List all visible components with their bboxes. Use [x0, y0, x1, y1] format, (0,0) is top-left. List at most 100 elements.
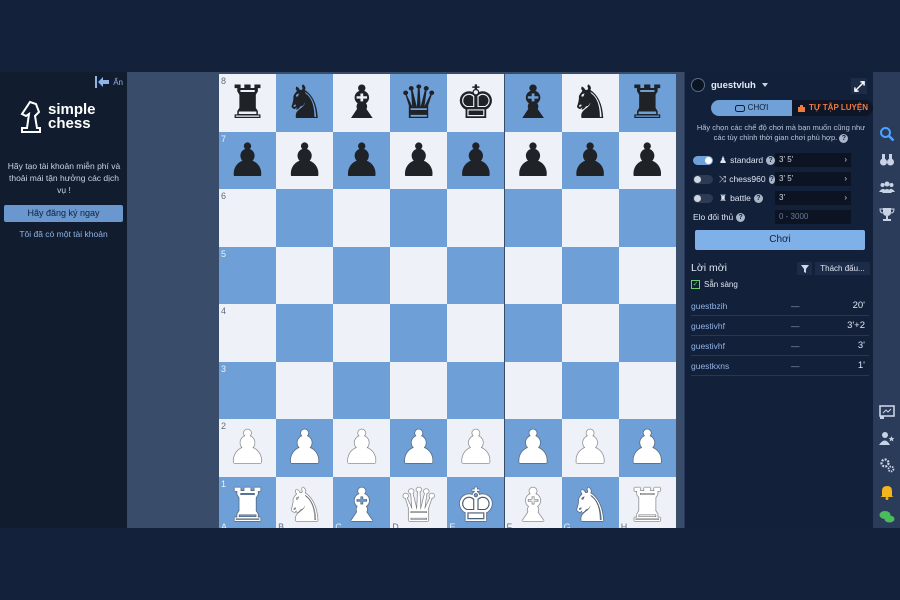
square-d3[interactable] [390, 361, 448, 419]
white-pawn-piece[interactable]: ♟ [447, 419, 504, 476]
black-bishop-piece[interactable]: ♝ [505, 74, 562, 131]
square-d2[interactable]: ♟ [390, 419, 448, 477]
square-f2[interactable]: ♟ [504, 419, 562, 477]
invitation-player[interactable]: guestivhf [691, 321, 791, 331]
chess-board[interactable]: ♜ 8 ♞ ♝ ♛ ♚ ♝ ♞ ♜ ♟ 7 ♟ ♟ ♟ ♟ ♟ ♟ ♟ 6 5 4 3 ♟ 2 ♟ ♟ ♟ ♟ ♟ ♟ ♟ ♜ 1 A ♞ B ♝ C ♛ D… [219, 74, 676, 528]
square-a4[interactable]: 4 [219, 304, 277, 362]
square-g6[interactable] [561, 189, 619, 247]
square-d7[interactable]: ♟ [390, 131, 448, 189]
ready-checkbox[interactable]: ✓ Sẵn sàng [691, 280, 738, 289]
black-pawn-piece[interactable]: ♟ [219, 132, 276, 189]
square-b7[interactable]: ♟ [276, 131, 334, 189]
square-a3[interactable]: 3 [219, 361, 277, 419]
chess960-toggle[interactable] [693, 174, 713, 184]
tab-practice[interactable]: TỰ TẬP LUYỆN [792, 100, 873, 116]
black-queen-piece[interactable]: ♛ [390, 74, 447, 131]
square-a2[interactable]: ♟ 2 [219, 419, 277, 477]
black-pawn-piece[interactable]: ♟ [562, 132, 619, 189]
square-d8[interactable]: ♛ [390, 74, 448, 132]
black-rook-piece[interactable]: ♜ [619, 74, 676, 131]
white-pawn-piece[interactable]: ♟ [276, 419, 333, 476]
black-pawn-piece[interactable]: ♟ [619, 132, 676, 189]
square-f6[interactable] [504, 189, 562, 247]
square-a1[interactable]: ♜ 1 A [219, 476, 277, 529]
white-pawn-piece[interactable]: ♟ [619, 419, 676, 476]
square-h3[interactable] [618, 361, 676, 419]
square-e8[interactable]: ♚ [447, 74, 505, 132]
square-h7[interactable]: ♟ [618, 131, 676, 189]
black-rook-piece[interactable]: ♜ [219, 74, 276, 131]
square-c5[interactable] [333, 246, 391, 304]
square-h2[interactable]: ♟ [618, 419, 676, 477]
invitation-player[interactable]: guestbzih [691, 301, 791, 311]
watch-button[interactable] [873, 148, 900, 172]
white-rook-piece[interactable]: ♜ [219, 477, 276, 529]
square-h1[interactable]: ♜ H [618, 476, 676, 529]
white-pawn-piece[interactable]: ♟ [562, 419, 619, 476]
white-rook-piece[interactable]: ♜ [619, 477, 676, 529]
settings-button[interactable] [873, 453, 900, 477]
signup-button[interactable]: Hãy đăng ký ngay [4, 205, 123, 222]
square-e2[interactable]: ♟ [447, 419, 505, 477]
standard-toggle[interactable] [693, 155, 713, 165]
friends-button[interactable] [873, 426, 900, 450]
user-menu[interactable]: guestvluh [691, 78, 768, 92]
black-king-piece[interactable]: ♚ [447, 74, 504, 131]
square-c4[interactable] [333, 304, 391, 362]
square-c2[interactable]: ♟ [333, 419, 391, 477]
help-icon[interactable]: ? [753, 193, 763, 203]
search-button[interactable] [873, 122, 900, 146]
chess960-time-select[interactable]: 3' 5' › [775, 172, 851, 186]
square-f5[interactable] [504, 246, 562, 304]
white-knight-piece[interactable]: ♞ [562, 477, 619, 529]
invitation-row[interactable]: guestivhf — 3'+2 [691, 316, 869, 336]
square-f4[interactable] [504, 304, 562, 362]
invitation-row[interactable]: guestivhf — 3' [691, 336, 869, 356]
square-f7[interactable]: ♟ [504, 131, 562, 189]
white-bishop-piece[interactable]: ♝ [505, 477, 562, 529]
square-d6[interactable] [390, 189, 448, 247]
white-queen-piece[interactable]: ♛ [390, 477, 447, 529]
standard-time-select[interactable]: 3' 5' › [775, 153, 851, 167]
invitation-row[interactable]: guestbzih — 20' [691, 296, 869, 316]
challenge-button[interactable]: Thách đấu... [815, 262, 870, 275]
square-g7[interactable]: ♟ [561, 131, 619, 189]
white-king-piece[interactable]: ♚ [447, 477, 504, 529]
invitation-player[interactable]: guestivhf [691, 341, 791, 351]
chat-button[interactable] [873, 505, 900, 529]
square-c7[interactable]: ♟ [333, 131, 391, 189]
square-a8[interactable]: ♜ 8 [219, 74, 277, 132]
tournaments-button[interactable] [873, 202, 900, 226]
have-account-link[interactable]: Tôi đã có một tài khoản [0, 229, 127, 239]
square-h8[interactable]: ♜ [618, 74, 676, 132]
board-chat-button[interactable] [873, 400, 900, 424]
white-pawn-piece[interactable]: ♟ [219, 419, 276, 476]
black-knight-piece[interactable]: ♞ [562, 74, 619, 131]
square-d4[interactable] [390, 304, 448, 362]
square-g4[interactable] [561, 304, 619, 362]
white-pawn-piece[interactable]: ♟ [333, 419, 390, 476]
square-b5[interactable] [276, 246, 334, 304]
square-c3[interactable] [333, 361, 391, 419]
square-b8[interactable]: ♞ [276, 74, 334, 132]
help-icon[interactable]: ? [736, 212, 746, 222]
square-h5[interactable] [618, 246, 676, 304]
invitation-player[interactable]: guestkxns [691, 361, 791, 371]
square-h6[interactable] [618, 189, 676, 247]
square-b2[interactable]: ♟ [276, 419, 334, 477]
tab-play[interactable]: CHƠI [711, 100, 792, 116]
square-a7[interactable]: ♟ 7 [219, 131, 277, 189]
square-e7[interactable]: ♟ [447, 131, 505, 189]
square-c6[interactable] [333, 189, 391, 247]
black-pawn-piece[interactable]: ♟ [390, 132, 447, 189]
black-knight-piece[interactable]: ♞ [276, 74, 333, 131]
square-b6[interactable] [276, 189, 334, 247]
invitation-row[interactable]: guestkxns — 1' [691, 356, 869, 376]
notifications-button[interactable] [873, 480, 900, 504]
square-g5[interactable] [561, 246, 619, 304]
square-a5[interactable]: 5 [219, 246, 277, 304]
battle-toggle[interactable] [693, 193, 713, 203]
black-pawn-piece[interactable]: ♟ [333, 132, 390, 189]
black-pawn-piece[interactable]: ♟ [447, 132, 504, 189]
black-bishop-piece[interactable]: ♝ [333, 74, 390, 131]
